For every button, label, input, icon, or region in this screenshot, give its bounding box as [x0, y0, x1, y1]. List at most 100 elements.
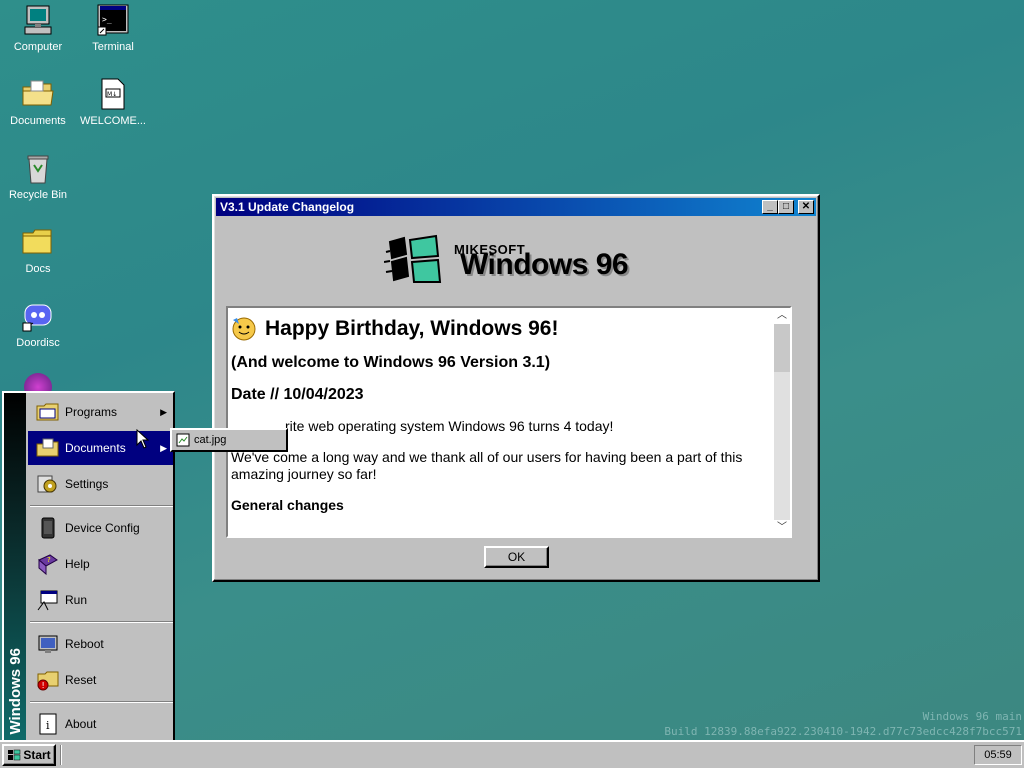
start-menu-item-label: Documents	[65, 441, 126, 455]
start-menu-item-label: About	[65, 717, 97, 731]
changelog-heading: Happy Birthday, Windows 96!	[231, 316, 771, 342]
desktop-icon-doordisc[interactable]: Doordisc	[0, 299, 76, 349]
terminal-icon: >_	[96, 3, 130, 37]
start-menu-banner-text: Windows 96	[7, 648, 24, 735]
computer-icon	[21, 3, 55, 37]
changelog-subheading: (And welcome to Windows 96 Version 3.1)	[231, 354, 551, 371]
partial-desktop-icon[interactable]	[24, 373, 52, 393]
desktop-icon-computer[interactable]: Computer	[0, 3, 76, 53]
start-logo-icon	[7, 749, 21, 761]
start-menu-item-about[interactable]: i About	[28, 707, 173, 741]
svg-text:!: !	[42, 681, 45, 690]
watermark-line-2: Build 12839.88efa922.230410-1942.d77c73e…	[664, 725, 1022, 738]
start-menu-item-label: Reset	[65, 673, 97, 687]
windows-flag-icon	[384, 234, 442, 283]
submenu-arrow-icon: ▶	[160, 443, 167, 453]
start-menu-item-programs[interactable]: Programs ▶	[28, 395, 173, 429]
run-icon	[36, 588, 60, 612]
documents-folder-icon	[21, 77, 55, 111]
submenu-item-label: cat.jpg	[194, 434, 227, 446]
doordisc-icon	[21, 299, 55, 333]
maximize-button[interactable]: □	[778, 200, 794, 214]
changelog-content[interactable]: Happy Birthday, Windows 96! (And welcome…	[226, 306, 792, 538]
windows96-logo: MIKESOFT Windows 96	[384, 232, 654, 288]
svg-text:M↓: M↓	[107, 91, 117, 98]
desktop-icon-label: Doordisc	[16, 337, 60, 349]
desktop-icon-welcome[interactable]: M↓ WELCOME...	[75, 77, 151, 127]
start-button[interactable]: Start	[2, 744, 56, 766]
ok-button[interactable]: OK	[484, 546, 549, 568]
desktop-icon-terminal[interactable]: >_ Terminal	[75, 3, 151, 53]
start-menu-item-label: Device Config	[65, 521, 140, 535]
window-titlebar[interactable]: V3.1 Update Changelog _ □ ✕	[216, 198, 816, 216]
watermark-line-1: Windows 96 main	[922, 710, 1022, 723]
taskbar: Start 05:59	[0, 740, 1024, 768]
section-general-changes: General changes	[231, 497, 344, 513]
start-menu-item-device-config[interactable]: Device Config	[28, 511, 173, 545]
help-book-icon: ?	[36, 552, 60, 576]
start-menu-item-label: Reboot	[65, 637, 104, 651]
desktop-icon-label: Terminal	[92, 41, 134, 53]
scroll-down-icon[interactable]: ﹀	[774, 520, 790, 536]
changelog-window: V3.1 Update Changelog _ □ ✕ MIKESOFT Win…	[212, 194, 820, 582]
changelog-document: Happy Birthday, Windows 96! (And welcome…	[231, 316, 771, 513]
scroll-thumb[interactable]	[774, 324, 790, 372]
programs-folder-icon	[36, 400, 60, 424]
recycle-bin-icon	[21, 151, 55, 185]
start-menu-item-run[interactable]: Run	[28, 583, 173, 617]
about-icon: i	[36, 712, 60, 736]
vertical-scrollbar[interactable]: ︿ ﹀	[774, 308, 790, 536]
mouse-cursor-icon	[136, 428, 150, 449]
start-menu-item-settings[interactable]: Settings	[28, 467, 173, 501]
changelog-paragraph-1: rite web operating system Windows 96 tur…	[285, 418, 614, 434]
desktop-icon-label: Recycle Bin	[8, 189, 68, 201]
desktop-icon-label: Computer	[13, 41, 63, 53]
start-menu-item-reset[interactable]: ! Reset	[28, 663, 173, 697]
start-menu-item-label: Help	[65, 557, 90, 571]
changelog-paragraph-2: We've come a long way and we thank all o…	[231, 449, 743, 482]
reboot-icon	[36, 632, 60, 656]
start-menu-separator	[30, 505, 173, 507]
clock[interactable]: 05:59	[984, 749, 1012, 761]
desktop-icon-docs[interactable]: Docs	[0, 225, 76, 275]
build-watermark: Windows 96 main Build 12839.88efa922.230…	[664, 709, 1022, 739]
start-menu-separator	[30, 621, 173, 623]
submenu-item-cat-jpg[interactable]: cat.jpg	[172, 430, 286, 450]
close-button[interactable]: ✕	[798, 200, 814, 214]
changelog-date: Date // 10/04/2023	[231, 386, 364, 403]
desktop-icon-documents[interactable]: Documents	[0, 77, 76, 127]
taskbar-divider	[60, 745, 62, 765]
start-menu-item-label: Run	[65, 593, 88, 607]
settings-icon	[36, 472, 60, 496]
scroll-up-icon[interactable]: ︿	[774, 308, 790, 324]
start-menu-item-help[interactable]: ? Help	[28, 547, 173, 581]
reset-icon: !	[36, 668, 60, 692]
desktop-icon-label: WELCOME...	[79, 115, 146, 127]
desktop-icon-recycle-bin[interactable]: Recycle Bin	[0, 151, 76, 201]
heading-text: Happy Birthday, Windows 96!	[265, 317, 559, 340]
markdown-file-icon: M↓	[96, 77, 130, 111]
folder-icon	[21, 225, 55, 259]
minimize-icon: _	[767, 201, 773, 212]
start-menu-item-documents[interactable]: Documents ▶	[28, 431, 173, 465]
start-menu-separator	[30, 701, 173, 703]
start-menu-item-reboot[interactable]: Reboot	[28, 627, 173, 661]
device-config-icon	[36, 516, 60, 540]
minimize-button[interactable]: _	[762, 200, 778, 214]
close-icon: ✕	[801, 201, 811, 212]
documents-submenu: cat.jpg	[170, 428, 288, 452]
documents-folder-icon	[36, 436, 60, 460]
purple-orb-icon	[24, 373, 52, 393]
start-button-label: Start	[23, 748, 51, 762]
start-menu-banner: Windows 96	[4, 393, 26, 741]
party-emoji-icon	[231, 316, 257, 342]
svg-text:i: i	[46, 719, 50, 732]
start-menu-item-label: Settings	[65, 477, 109, 491]
desktop-icon-label: Docs	[25, 263, 51, 275]
image-file-icon	[176, 433, 190, 447]
desktop-icon-label: Documents	[10, 115, 66, 127]
svg-text:?: ?	[47, 556, 51, 564]
system-tray: 05:59	[974, 745, 1022, 765]
brand-large: Windows 96	[460, 248, 629, 281]
svg-text:>_: >_	[102, 15, 112, 24]
